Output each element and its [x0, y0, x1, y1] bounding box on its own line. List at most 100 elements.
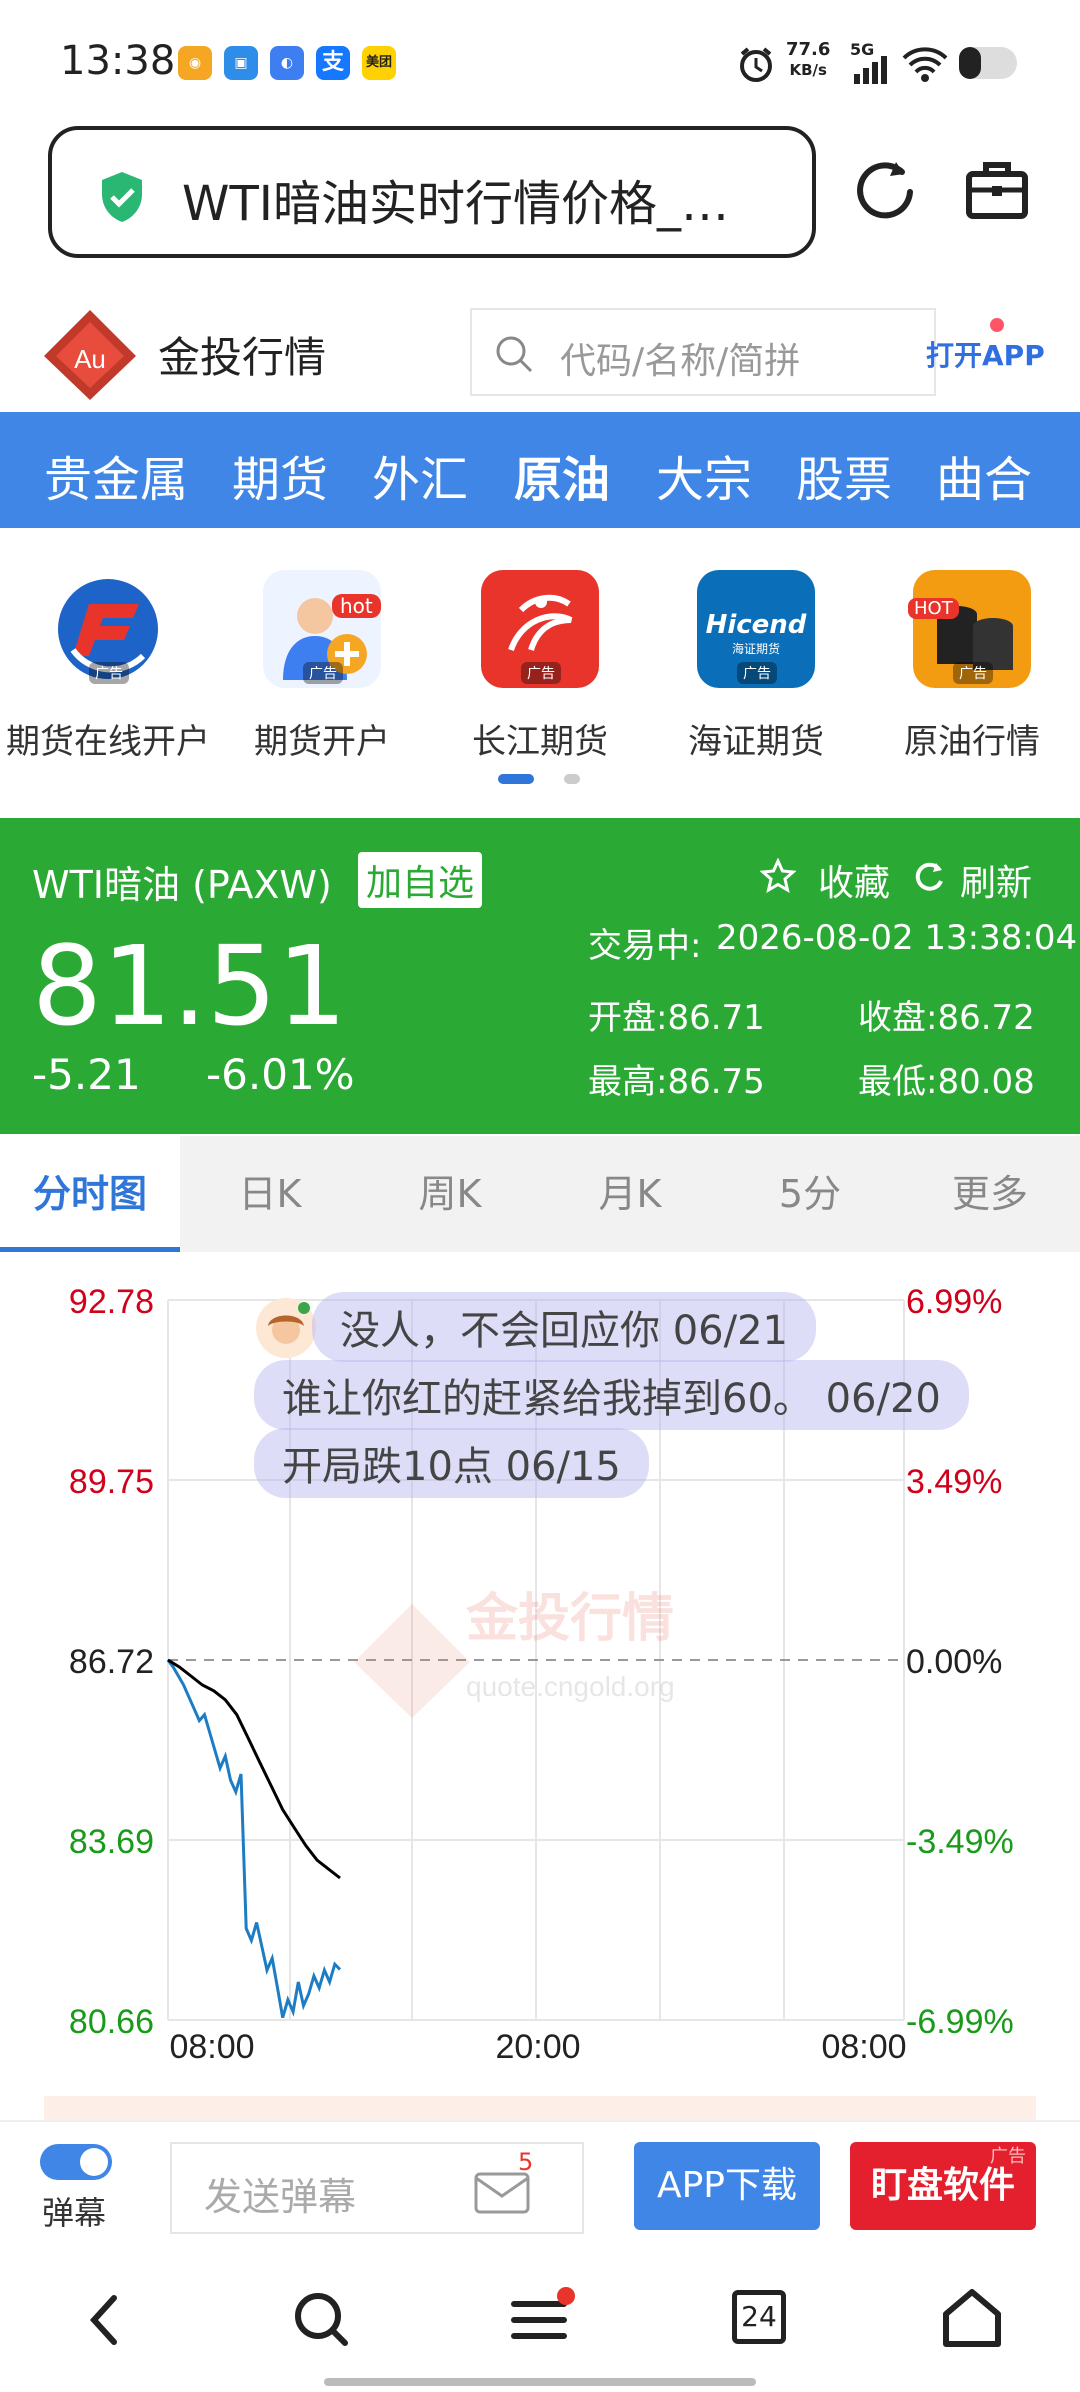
quote-datetime: 2026-08-02 13:38:04 [716, 918, 1078, 958]
alipay-icon: 支 [316, 46, 350, 80]
trading-status: 交易中: [588, 926, 702, 966]
danmu-label: 弹幕 [42, 2194, 107, 2232]
nav-item-more[interactable]: 曲合 [936, 440, 1032, 510]
nav-item-futures[interactable]: 期货 [232, 440, 328, 510]
futures-logo-icon: 广告 [49, 570, 167, 688]
nav-item-crude-oil[interactable]: 原油 [514, 440, 610, 510]
danmu-input[interactable]: 发送弹幕 5 [170, 2142, 584, 2234]
tab-daily-k[interactable]: 日K [180, 1136, 360, 1252]
reload-icon[interactable] [852, 156, 918, 222]
instrument-name: WTI暗油 (PAXW) [32, 863, 332, 907]
chart-tabs: 分时图 日K 周K 月K 5分 更多 [0, 1136, 1080, 1252]
search-icon [496, 336, 533, 373]
ad-strip [44, 2096, 1036, 2120]
price-change-percent: -6.01% [206, 1050, 355, 1099]
danmu-message: 谁让你红的赶紧给我掉到60。 06/20 [254, 1360, 969, 1430]
nav-item-forex[interactable]: 外汇 [372, 440, 468, 510]
watermark-logo [354, 1604, 470, 1718]
changjiang-logo-icon: 广告 [481, 570, 599, 688]
person-icon: 广告 [263, 570, 381, 688]
meituan-icon: 美团 [362, 46, 396, 80]
ad-item-oil-quote[interactable]: 广告 HOT 原油行情 [864, 570, 1080, 763]
ad-carousel: 广告 期货在线开户 广告 hot 期货开户 广告 长江期货 Hicend 海证期… [0, 540, 1080, 790]
logo-icon[interactable]: Au [40, 306, 140, 402]
price-line [166, 1659, 342, 2019]
danmu-placeholder: 发送弹幕 [204, 2175, 357, 2219]
tabs-count-button[interactable]: 24 [732, 2290, 786, 2344]
search-input[interactable]: 代码/名称/简拼 [470, 308, 936, 396]
intraday-chart: 92.78 6.99% 89.75 3.49% 86.72 0.00% 83.69 -3.49… [0, 1256, 1080, 2076]
network-speed: 77.6 KB/s [786, 39, 831, 80]
notification-dot [990, 318, 1004, 332]
carousel-dot [564, 774, 580, 784]
price-change: -5.21 [32, 1050, 141, 1099]
y-tick-label-pct: -6.99% [906, 2003, 1014, 2041]
star-icon[interactable] [760, 858, 796, 894]
search-icon[interactable] [292, 2290, 352, 2350]
y-tick-label: 89.75 [69, 1463, 154, 1501]
toolbox-icon[interactable] [964, 156, 1030, 222]
page-title: WTI暗油实时行情价格_… [182, 176, 729, 232]
watermark-url: quote.cngold.org [466, 1671, 675, 1702]
svg-text:Au: Au [74, 344, 106, 374]
hicend-logo-icon: Hicend 海证期货 广告 [697, 570, 815, 688]
status-bar: 13:38 ◉ ▣ ◐ 支 美团 77.6 KB/s 5G [0, 0, 1080, 120]
nav-item-commodities[interactable]: 大宗 [656, 440, 752, 510]
y-tick-label-pct: 6.99% [906, 1283, 1002, 1321]
y-tick-label-pct: 0.00% [906, 1643, 1002, 1681]
y-tick-label: 92.78 [69, 1283, 154, 1321]
address-bar[interactable]: WTI暗油实时行情价格_… [48, 126, 816, 258]
app-download-button[interactable]: APP下载 [634, 2142, 820, 2230]
y-tick-label: 86.72 [69, 1643, 154, 1681]
shield-icon [102, 172, 142, 222]
weibo-icon: ◉ [178, 46, 212, 80]
menu-icon[interactable] [508, 2286, 578, 2346]
open-price: 开盘:86.71 [588, 998, 765, 1038]
y-tick-label-pct: 3.49% [906, 1463, 1002, 1501]
ad-item-online-account[interactable]: 广告 期货在线开户 [0, 570, 216, 763]
wifi-icon [902, 47, 948, 82]
refresh-button[interactable]: 刷新 [960, 854, 1032, 906]
prev-close-price: 收盘:86.72 [858, 998, 1035, 1038]
open-app-button[interactable]: 打开APP [926, 334, 1045, 374]
nav-item-stocks[interactable]: 股票 [796, 440, 892, 510]
y-tick-label: 80.66 [69, 2003, 154, 2041]
site-header: Au 金投行情 代码/名称/简拼 打开APP [0, 292, 1080, 410]
search-placeholder: 代码/名称/简拼 [560, 341, 801, 382]
site-brand[interactable]: 金投行情 [158, 324, 326, 385]
collect-button[interactable]: 收藏 [818, 854, 890, 906]
tab-more[interactable]: 更多 [900, 1136, 1080, 1252]
home-icon[interactable] [940, 2286, 1004, 2350]
ad-item-changjiang[interactable]: 广告 长江期货 [432, 570, 648, 763]
battery-icon [959, 47, 1017, 79]
carousel-dot-active [498, 774, 534, 784]
y-tick-label: 83.69 [69, 1823, 154, 1861]
browser-icon: ◐ [270, 46, 304, 80]
tab-weekly-k[interactable]: 周K [360, 1136, 540, 1252]
tab-5min[interactable]: 5分 [720, 1136, 900, 1252]
watermark-text: 金投行情 [465, 1589, 674, 1649]
danmu-toggle[interactable] [40, 2144, 112, 2180]
mail-count: 5 [518, 2148, 534, 2176]
quote-panel: WTI暗油 (PAXW) 加自选 收藏 刷新 交易中: 2026-08-02 1… [0, 818, 1080, 1134]
average-line [167, 1658, 341, 1880]
gesture-bar [324, 2378, 756, 2386]
add-favorite-button[interactable]: 加自选 [358, 852, 483, 908]
ad-tag: 广告 [990, 2146, 1026, 2167]
oil-barrel-icon: 广告 [913, 570, 1031, 688]
x-tick-label: 08:00 [821, 2028, 906, 2066]
high-price: 最高:86.75 [588, 1062, 765, 1102]
x-tick-label: 08:00 [169, 2028, 254, 2066]
y-tick-label-pct: -3.49% [906, 1823, 1014, 1861]
ad-item-open-account[interactable]: 广告 hot 期货开户 [214, 570, 430, 763]
cloud-icon: ▣ [224, 46, 258, 80]
signal-icon [854, 56, 887, 84]
refresh-icon[interactable] [912, 860, 946, 894]
back-icon[interactable] [84, 2290, 128, 2350]
x-tick-label: 20:00 [495, 2028, 580, 2066]
ad-item-haizheng[interactable]: Hicend 海证期货 广告 海证期货 [648, 570, 864, 763]
tab-monthly-k[interactable]: 月K [540, 1136, 720, 1252]
tab-intraday[interactable]: 分时图 [0, 1136, 180, 1252]
danmu-message: 没人，不会回应你 06/21 [312, 1292, 816, 1362]
nav-item-precious-metals[interactable]: 贵金属 [44, 440, 188, 510]
